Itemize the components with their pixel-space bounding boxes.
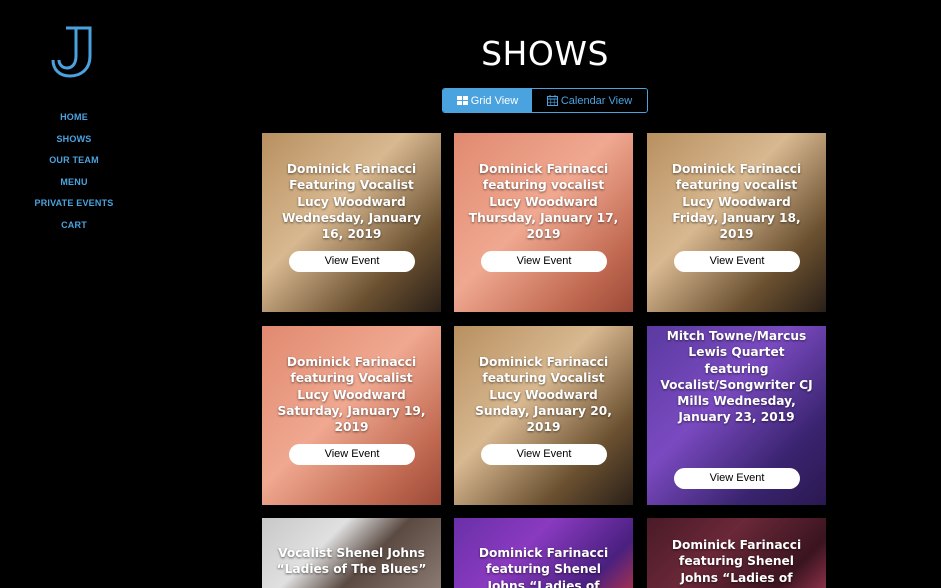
nav-item-menu[interactable]: MENU xyxy=(0,175,148,197)
event-card[interactable]: Dominick Farinacci featuring vocalist Lu… xyxy=(647,133,826,312)
calendar-icon xyxy=(546,95,558,106)
nav-item-cart[interactable]: CART xyxy=(0,218,148,240)
event-title: Dominick Farinacci featuring Shenel John… xyxy=(671,538,802,585)
view-event-button[interactable]: View Event xyxy=(674,251,800,272)
event-card[interactable]: Mitch Towne/Marcus Lewis Quartet featuri… xyxy=(647,326,826,505)
main-nav: HOME SHOWS OUR TEAM MENU PRIVATE EVENTS … xyxy=(0,110,148,240)
event-title: Dominick Farinacci featuring Shenel John… xyxy=(478,546,609,588)
view-event-button[interactable]: View Event xyxy=(289,251,415,272)
event-title: Vocalist Shenel Johns “Ladies of The Blu… xyxy=(276,546,427,577)
nav-item-shows[interactable]: SHOWS xyxy=(0,132,148,154)
event-card[interactable]: Dominick Farinacci featuring Vocalist Lu… xyxy=(454,326,633,505)
view-event-button[interactable]: View Event xyxy=(481,251,607,272)
view-event-button[interactable]: View Event xyxy=(674,468,800,489)
nav-item-home[interactable]: HOME xyxy=(0,110,148,132)
event-title: Dominick Farinacci featuring Vocalist Lu… xyxy=(277,355,426,435)
event-card[interactable]: Dominick Farinacci featuring vocalist Lu… xyxy=(454,133,633,312)
view-event-button[interactable]: View Event xyxy=(289,444,415,465)
event-title: Dominick Farinacci Featuring Vocalist Lu… xyxy=(282,162,421,242)
event-title: Dominick Farinacci featuring vocalist Lu… xyxy=(671,162,802,242)
calendar-view-label: Calendar View xyxy=(560,94,633,107)
page-title: SHOWS xyxy=(481,34,609,73)
calendar-view-button[interactable]: Calendar View xyxy=(532,89,647,112)
grid-view-button[interactable]: Grid View xyxy=(443,89,532,112)
event-title: Dominick Farinacci featuring Vocalist Lu… xyxy=(475,355,612,435)
view-event-button[interactable]: View Event xyxy=(481,444,607,465)
sidebar: HOME SHOWS OUR TEAM MENU PRIVATE EVENTS … xyxy=(0,0,148,588)
event-title: Mitch Towne/Marcus Lewis Quartet featuri… xyxy=(660,329,813,425)
event-card[interactable]: Dominick Farinacci Featuring Vocalist Lu… xyxy=(262,133,441,312)
nav-item-our-team[interactable]: OUR TEAM xyxy=(0,153,148,175)
grid-view-label: Grid View xyxy=(470,94,519,107)
event-card[interactable]: Vocalist Shenel Johns “Ladies of The Blu… xyxy=(262,518,441,588)
logo-icon xyxy=(51,26,92,78)
event-card[interactable]: Dominick Farinacci featuring Shenel John… xyxy=(454,518,633,588)
nav-item-private-events[interactable]: PRIVATE EVENTS xyxy=(0,196,148,218)
event-card[interactable]: Dominick Farinacci featuring Vocalist Lu… xyxy=(262,326,441,505)
grid-icon xyxy=(456,95,468,105)
logo[interactable] xyxy=(50,24,98,78)
event-title: Dominick Farinacci featuring vocalist Lu… xyxy=(468,162,619,242)
event-card[interactable]: Dominick Farinacci featuring Shenel John… xyxy=(647,518,826,588)
view-toggle: Grid View Calendar View xyxy=(442,88,648,113)
